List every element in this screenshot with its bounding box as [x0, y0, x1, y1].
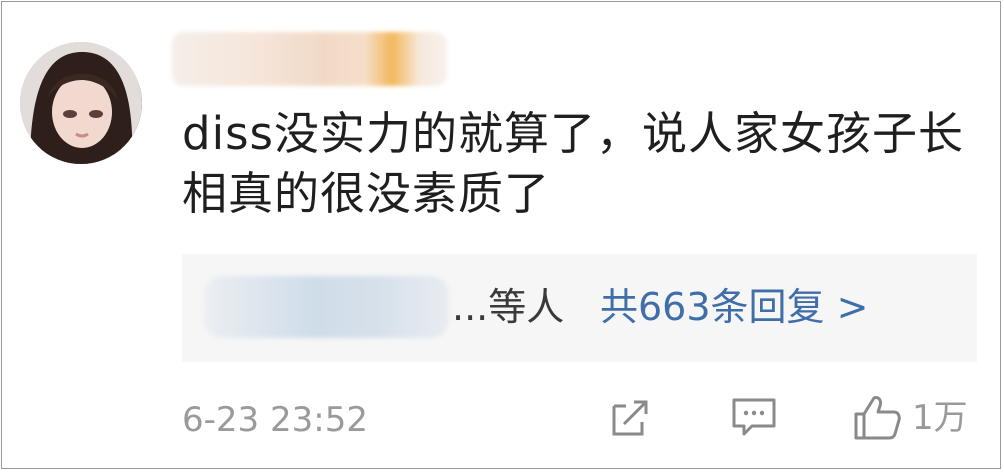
like-count: 1万: [912, 398, 968, 438]
thumbs-up-icon: [854, 396, 901, 440]
reply-preview[interactable]: ...等人 共663条回复 >: [182, 254, 977, 362]
comment-button[interactable]: [730, 394, 778, 440]
comment-icon: [732, 398, 776, 436]
share-button[interactable]: [608, 394, 654, 440]
reply-count-link[interactable]: 共663条回复 >: [600, 282, 868, 332]
like-button[interactable]: 1万: [852, 394, 968, 442]
avatar-image: [20, 42, 142, 164]
reply-suffix: ...等人: [452, 285, 565, 329]
comment-text: diss没实力的就算了，说人家女孩子长相真的很没素质了: [182, 107, 964, 220]
avatar[interactable]: [20, 42, 142, 164]
username-redacted[interactable]: [172, 32, 447, 86]
comment-card: diss没实力的就算了，说人家女孩子长相真的很没素质了 ...等人 共663条回…: [1, 1, 1001, 469]
share-icon: [612, 400, 648, 436]
timestamp: 6-23 23:52: [182, 400, 368, 440]
reply-usernames-redacted[interactable]: [204, 276, 449, 338]
